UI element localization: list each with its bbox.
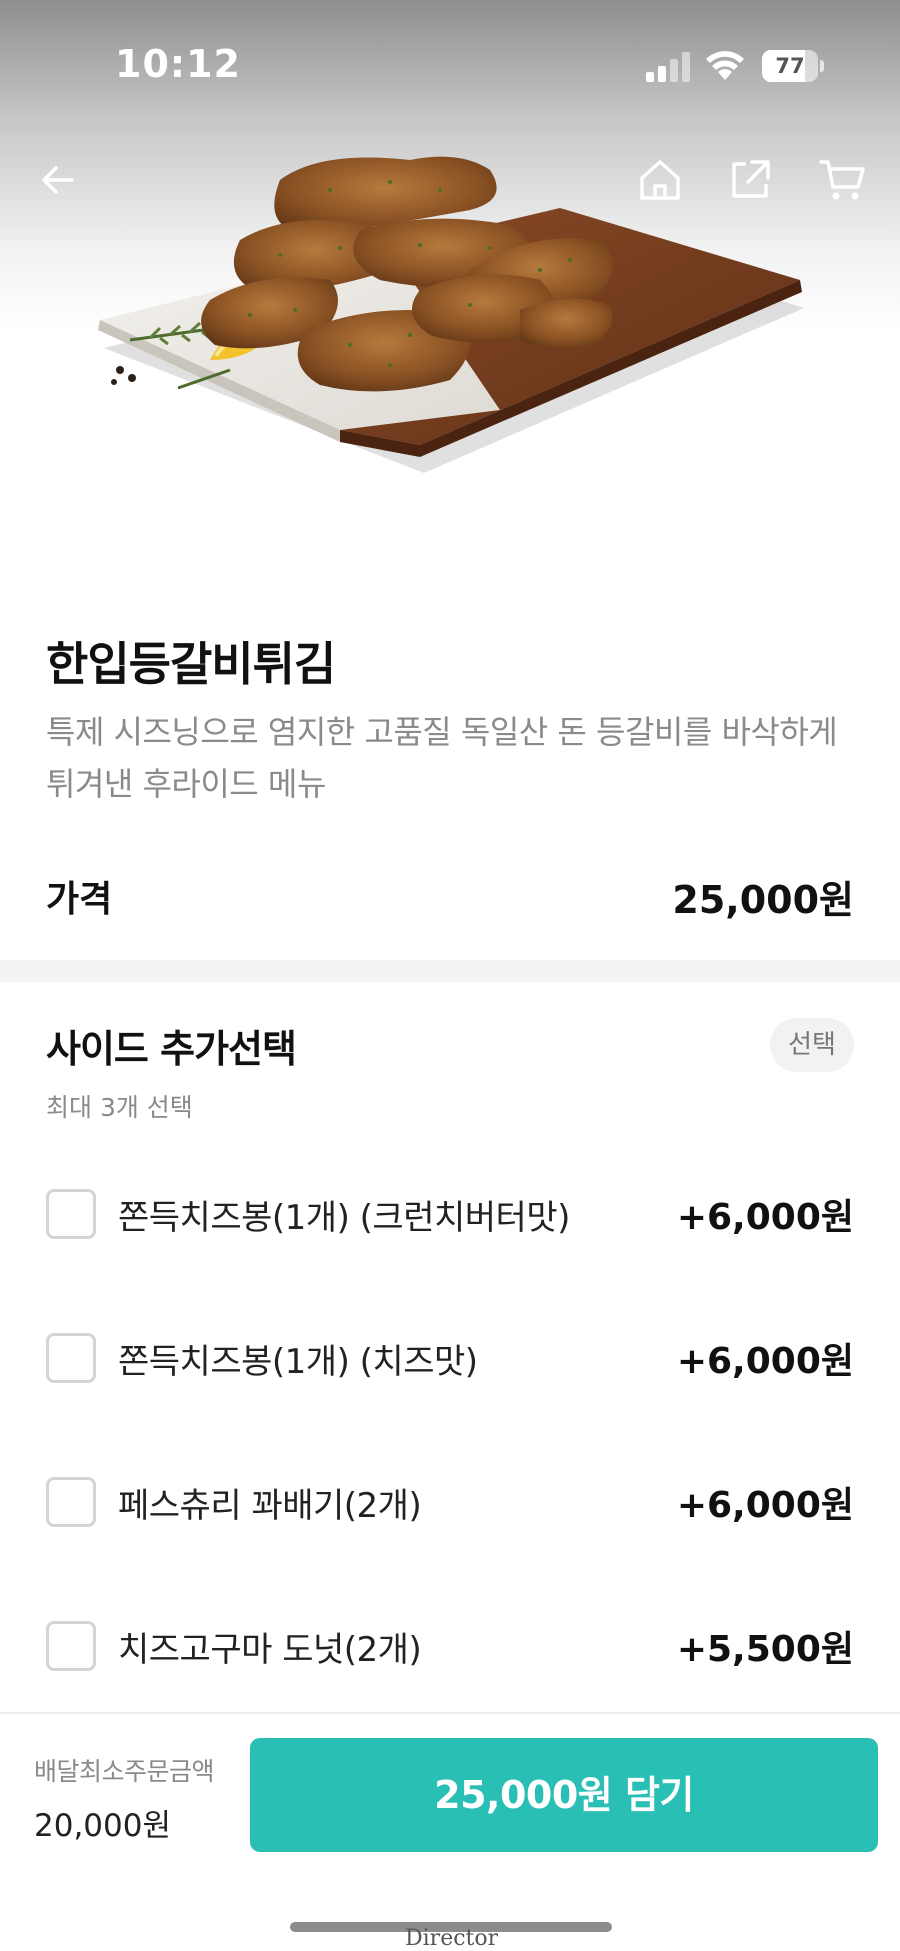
back-button[interactable] [28, 150, 88, 210]
option-item[interactable]: 치즈고구마 도넛(2개) +5,500원 [46, 1616, 854, 1676]
option-checkbox[interactable] [46, 1477, 96, 1527]
section-divider [0, 960, 900, 982]
battery-level: 77 [775, 54, 805, 78]
add-to-cart-button[interactable]: 25,000원 담기 [250, 1738, 878, 1852]
option-checkbox[interactable] [46, 1621, 96, 1671]
arrow-left-icon [42, 166, 74, 194]
product-description: 특제 시즈닝으로 염지한 고품질 독일산 돈 등갈비를 바삭하게 튀겨낸 후라이… [46, 713, 838, 803]
share-icon [732, 160, 770, 198]
product-detail-screen: 10:12 77 한입등갈비튀김 특제 시즈닝으로 염지한 고품질 독일산 돈 … [0, 0, 900, 1951]
option-price: +5,500원 [676, 1629, 854, 1670]
cart-button[interactable] [812, 150, 872, 210]
cellular-signal-icon [646, 52, 690, 82]
product-image [98, 156, 804, 473]
share-button[interactable] [720, 150, 780, 210]
price-label: 가격 [46, 879, 113, 920]
option-item[interactable]: 페스츄리 꽈배기(2개) +6,000원 [46, 1472, 854, 1532]
battery-icon: 77 [762, 50, 824, 82]
option-price: +6,000원 [676, 1485, 854, 1526]
price-row: 가격 25,000원 [46, 868, 854, 924]
option-item[interactable]: 쫀득치즈봉(1개) (치즈맛) +6,000원 [46, 1328, 854, 1388]
price-value: 25,000원 [672, 877, 854, 922]
options-subtitle: 최대 3개 선택 [46, 1093, 193, 1122]
status-bar: 10:12 77 [0, 0, 900, 130]
option-name: 페스츄리 꽈배기(2개) [118, 1485, 422, 1526]
min-order-label: 배달최소주문금액 [34, 1757, 215, 1786]
option-name: 쫀득치즈봉(1개) (크런치버터맛) [118, 1197, 570, 1238]
bottom-action-bar: 배달최소주문금액 20,000원 25,000원 담기 Director [0, 1712, 900, 1951]
hero-section: 10:12 77 [0, 0, 900, 590]
option-name: 치즈고구마 도넛(2개) [118, 1629, 422, 1670]
home-button[interactable] [630, 150, 690, 210]
home-icon [640, 160, 680, 200]
wifi-icon [706, 51, 744, 80]
option-price: +6,000원 [676, 1197, 854, 1238]
battery-tip [820, 60, 824, 72]
option-item[interactable]: 쫀득치즈봉(1개) (크런치버터맛) +6,000원 [46, 1184, 854, 1244]
options-title: 사이드 추가선택 [46, 1027, 297, 1071]
option-name: 쫀득치즈봉(1개) (치즈맛) [118, 1341, 478, 1382]
options-badge: 선택 [770, 1018, 854, 1072]
overlay-text: Director [405, 1926, 499, 1951]
status-time: 10:12 [115, 42, 241, 86]
option-checkbox[interactable] [46, 1189, 96, 1239]
battery-body: 77 [762, 50, 818, 82]
min-order-value: 20,000원 [34, 1808, 171, 1844]
option-checkbox[interactable] [46, 1333, 96, 1383]
product-title: 한입등갈비튀김 [46, 637, 336, 691]
option-price: +6,000원 [676, 1341, 854, 1382]
cart-icon [819, 160, 865, 200]
